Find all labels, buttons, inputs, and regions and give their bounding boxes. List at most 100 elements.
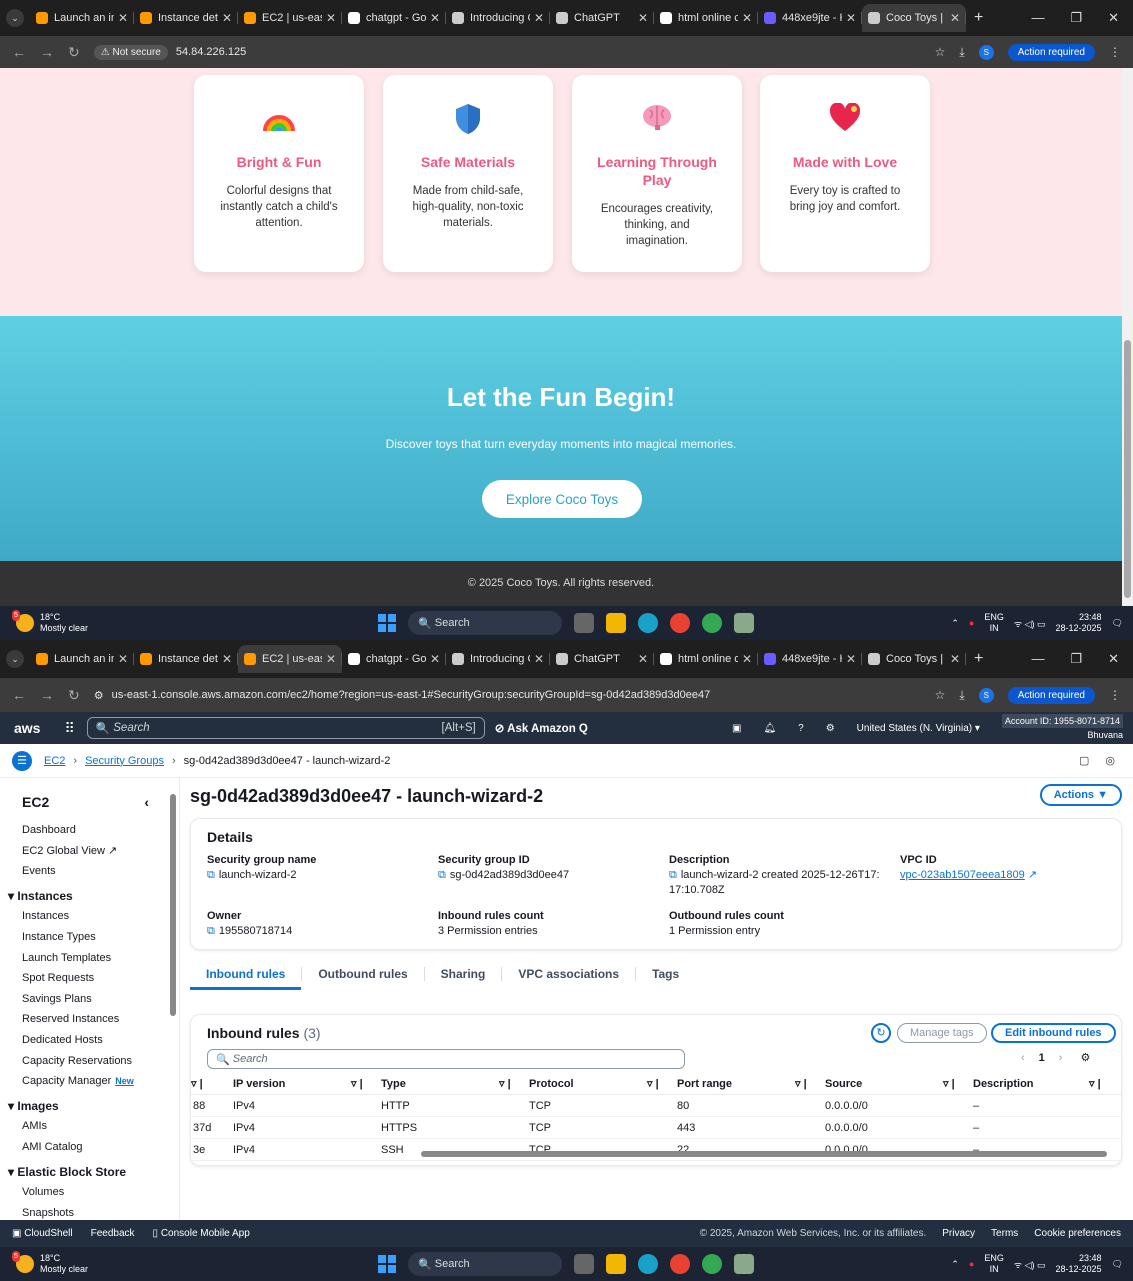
terms-link[interactable]: Terms: [991, 1228, 1018, 1239]
close-tab-icon[interactable]: ✕: [950, 652, 960, 666]
reload-icon[interactable]: ↻: [68, 687, 80, 704]
table-horizontal-scrollbar[interactable]: [199, 1151, 1115, 1159]
privacy-link[interactable]: Privacy: [942, 1228, 975, 1239]
table-settings-gear-icon[interactable]: ⚙: [1080, 1051, 1090, 1064]
tab-sharing[interactable]: Sharing: [425, 967, 503, 981]
browser-tab[interactable]: Launch an in ✕: [30, 645, 134, 673]
sidebar-item[interactable]: Savings Plans: [22, 989, 179, 1010]
edge-icon[interactable]: [638, 613, 658, 633]
cookie-preferences-link[interactable]: Cookie preferences: [1034, 1228, 1121, 1239]
services-grid-icon[interactable]: ⠿: [64, 720, 74, 737]
not-secure-badge[interactable]: ⚠ Not secure: [93, 44, 168, 60]
bookmark-star-icon[interactable]: ☆: [935, 45, 946, 59]
copy-icon[interactable]: ⧉: [207, 869, 215, 881]
browser-menu-icon[interactable]: ⋮: [1109, 45, 1121, 59]
action-required-button[interactable]: Action required: [1007, 43, 1095, 61]
back-icon[interactable]: ←: [12, 44, 26, 60]
info-panel-icon[interactable]: ◎: [1105, 754, 1115, 767]
minimize-button[interactable]: —: [1031, 10, 1044, 26]
breadcrumb-security-groups[interactable]: Security Groups: [85, 755, 164, 767]
aws-search-input[interactable]: 🔍 Search [Alt+S]: [86, 717, 485, 739]
region-selector[interactable]: United States (N. Virginia) ▾: [857, 723, 980, 734]
sidebar-item[interactable]: EC2 Global View ↗: [22, 841, 179, 862]
sidebar-scrollbar-thumb[interactable]: [170, 794, 176, 1016]
close-window-button[interactable]: ✕: [1108, 10, 1119, 26]
download-icon[interactable]: ⤓: [959, 688, 964, 703]
sidebar-item[interactable]: Capacity Manager New: [22, 1071, 179, 1092]
weather-widget[interactable]: 5 18°C Mostly clear: [12, 610, 88, 634]
breadcrumb-ec2[interactable]: EC2: [44, 755, 65, 767]
browser-tab[interactable]: Coco Toys | V ✕: [862, 4, 966, 32]
close-tab-icon[interactable]: ✕: [950, 11, 960, 25]
rules-search-input[interactable]: 🔍 Search: [207, 1049, 685, 1069]
close-tab-icon[interactable]: ✕: [430, 11, 440, 25]
browser-tab[interactable]: Coco Toys | V ✕: [862, 645, 966, 673]
url-text[interactable]: us-east-1.console.aws.amazon.com/ec2/hom…: [112, 689, 711, 701]
sidebar-item[interactable]: AMI Catalog: [22, 1137, 179, 1158]
taskbar-search[interactable]: 🔍 Search: [408, 1252, 562, 1276]
browser-tab[interactable]: Introducing C ✕: [446, 645, 550, 673]
help-icon[interactable]: ?: [798, 723, 804, 734]
aws-logo[interactable]: aws: [14, 720, 40, 736]
tab-outbound-rules[interactable]: Outbound rules: [302, 967, 425, 981]
new-tab-button[interactable]: +: [974, 650, 983, 668]
copy-icon[interactable]: ⧉: [438, 869, 446, 881]
clock[interactable]: 23:48 28-12-2025: [1056, 1253, 1102, 1275]
action-required-button[interactable]: Action required: [1007, 686, 1095, 704]
language-indicator[interactable]: ENG IN: [984, 612, 1004, 634]
manage-tags-button[interactable]: Manage tags: [897, 1023, 987, 1043]
new-tab-button[interactable]: +: [974, 9, 983, 27]
browser-tab[interactable]: html online c ✕: [654, 4, 758, 32]
weather-widget[interactable]: 5 18°C Mostly clear: [12, 1251, 88, 1275]
prev-page-icon[interactable]: ‹: [1021, 1052, 1025, 1064]
browser-tab[interactable]: 448xe9jte - H ✕: [758, 645, 862, 673]
vpc-id-link[interactable]: vpc-023ab1507eeea1809: [900, 869, 1025, 881]
browser-tab[interactable]: chatgpt - Go ✕: [342, 4, 446, 32]
table-row[interactable]: 37d IPv4 HTTPS TCP 443 0.0.0.0/0 –: [191, 1117, 1121, 1139]
browser-tab[interactable]: html online c ✕: [654, 645, 758, 673]
wifi-volume-battery-icon[interactable]: ᯤ ◁) ▭: [1014, 1258, 1046, 1271]
sidebar-item[interactable]: Dedicated Hosts: [22, 1030, 179, 1051]
filter-icon[interactable]: ▿ |: [1089, 1077, 1101, 1090]
filter-icon[interactable]: ▿ |: [795, 1077, 807, 1090]
next-page-icon[interactable]: ›: [1059, 1052, 1063, 1064]
sidebar-section-header[interactable]: ▾ Elastic Block Store: [8, 1162, 179, 1183]
taskbar-search[interactable]: 🔍 Search: [408, 611, 562, 635]
restore-button[interactable]: ❐: [1070, 10, 1082, 26]
hamburger-menu-icon[interactable]: ☰: [12, 750, 32, 771]
refresh-icon[interactable]: ↻: [871, 1023, 891, 1043]
back-icon[interactable]: ←: [12, 687, 26, 703]
close-tab-icon[interactable]: ✕: [222, 11, 232, 25]
sidebar-section-header[interactable]: ▾ Images: [8, 1096, 179, 1117]
reload-icon[interactable]: ↻: [68, 44, 80, 61]
url-text[interactable]: 54.84.226.125: [176, 46, 246, 58]
forward-icon[interactable]: →: [40, 687, 54, 703]
browser-tab[interactable]: ChatGPT ✕: [550, 645, 654, 673]
sidebar-item[interactable]: Instance Types: [22, 927, 179, 948]
close-tab-icon[interactable]: ✕: [118, 652, 128, 666]
console-mobile-app-link[interactable]: ▯ Console Mobile App: [153, 1228, 250, 1239]
close-tab-icon[interactable]: ✕: [118, 11, 128, 25]
sidebar-item[interactable]: Capacity Reservations: [22, 1051, 179, 1072]
windows-start-icon[interactable]: [378, 614, 396, 632]
clock[interactable]: 23:48 28-12-2025: [1056, 612, 1102, 634]
account-menu[interactable]: Account ID: 1955-8071-8714 Bhuvana: [1001, 714, 1123, 742]
close-tab-icon[interactable]: ✕: [638, 652, 648, 666]
settings-gear-icon[interactable]: ⚙: [826, 723, 835, 734]
forward-icon[interactable]: →: [40, 44, 54, 60]
site-info-icon[interactable]: ⚙: [94, 689, 104, 702]
chrome-icon[interactable]: [670, 613, 690, 633]
sidebar-item[interactable]: Volumes: [22, 1182, 179, 1203]
filter-icon[interactable]: ▿ |: [647, 1077, 659, 1090]
cloudshell-link[interactable]: ▣ CloudShell: [12, 1228, 73, 1239]
notifications-icon[interactable]: 🗨: [1112, 1259, 1123, 1270]
sort-icon[interactable]: ▿ |: [191, 1077, 203, 1090]
close-tab-icon[interactable]: ✕: [326, 11, 336, 25]
photos-icon[interactable]: [734, 1254, 754, 1274]
tab-tags[interactable]: Tags: [636, 967, 695, 981]
minimize-button[interactable]: —: [1031, 651, 1044, 667]
windows-start-icon[interactable]: [378, 1255, 396, 1273]
col-port-range[interactable]: Port range: [677, 1078, 732, 1090]
external-link-icon[interactable]: ↗: [1028, 869, 1037, 881]
scrollbar-thumb[interactable]: [1124, 340, 1131, 598]
